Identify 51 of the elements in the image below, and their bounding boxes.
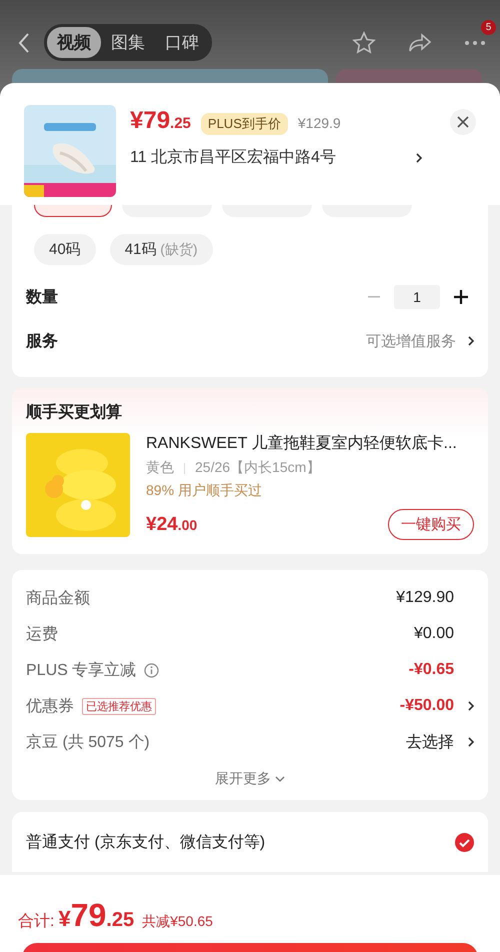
back-icon[interactable] bbox=[18, 32, 30, 54]
close-icon bbox=[457, 116, 469, 128]
service-option[interactable]: 可选增值服务 bbox=[366, 332, 456, 350]
fee-value: ¥0.00 bbox=[414, 625, 454, 643]
size-spec: 25/26【内长15cm】 bbox=[195, 459, 320, 477]
fee-value: -¥0.65 bbox=[408, 661, 454, 679]
section-title: 顺手买更划算 bbox=[26, 402, 123, 423]
tab[interactable]: 视频 bbox=[47, 27, 101, 58]
size-chip[interactable]: 41码 (缺货) bbox=[110, 234, 213, 265]
info-icon[interactable] bbox=[144, 662, 160, 678]
chevron-down-icon bbox=[275, 776, 285, 782]
fee-value: ¥129.90 bbox=[396, 589, 454, 607]
chevron-icon bbox=[468, 701, 474, 711]
purchase-note: 89% 用户顺手买过 bbox=[146, 482, 263, 500]
size-chip[interactable] bbox=[34, 205, 112, 217]
total-label: 合计: bbox=[18, 912, 54, 932]
service-label: 服务 bbox=[26, 332, 58, 352]
product-title[interactable]: RANKSWEET 儿童拖鞋夏室内轻便软底卡... bbox=[146, 433, 474, 454]
delivery-address[interactable]: 11 北京市昌平区宏福中路4号 bbox=[130, 147, 336, 168]
total-savings: 共减¥50.65 bbox=[142, 913, 213, 931]
size-chip[interactable]: 40码 bbox=[34, 234, 96, 265]
coupon-tag: 已选推荐优惠 bbox=[82, 698, 156, 714]
more-icon[interactable] bbox=[464, 40, 486, 46]
price: ¥24.00 bbox=[146, 514, 198, 536]
close-button[interactable] bbox=[450, 109, 476, 135]
fee-label: 京豆 (共 5075 个) bbox=[26, 732, 150, 752]
star-icon[interactable] bbox=[352, 30, 376, 54]
tab[interactable]: 口碑 bbox=[155, 27, 209, 58]
total-price: ¥79.25 bbox=[58, 897, 134, 934]
expand-more-button[interactable]: 展开更多 bbox=[209, 764, 291, 794]
fee-label: 商品金额 bbox=[26, 588, 90, 608]
payment-option[interactable]: 普通支付 (京东支付、微信支付等) bbox=[26, 832, 266, 852]
fee-label: PLUS 专享立减 bbox=[26, 660, 136, 680]
plus-price-tag: PLUS到手价 bbox=[200, 113, 288, 135]
buy-button[interactable]: 一键购买 bbox=[388, 509, 474, 540]
quantity-label: 数量 bbox=[26, 288, 58, 308]
fee-value[interactable]: -¥50.00 bbox=[400, 697, 454, 715]
notification-badge: 5 bbox=[481, 20, 496, 34]
color-spec: 黄色 bbox=[146, 459, 174, 477]
fee-value[interactable]: 去选择 bbox=[406, 732, 454, 752]
fee-label: 运费 bbox=[26, 624, 58, 644]
chevron-icon bbox=[416, 152, 422, 162]
chevron-icon bbox=[468, 336, 474, 346]
share-icon[interactable] bbox=[408, 32, 432, 54]
chevron-icon bbox=[468, 737, 474, 747]
fee-label: 优惠券 bbox=[26, 696, 74, 716]
check-icon[interactable] bbox=[455, 832, 474, 852]
price: ¥79.25 bbox=[130, 107, 191, 135]
tab[interactable]: 图集 bbox=[101, 27, 155, 58]
quantity-field[interactable]: 1 bbox=[394, 285, 440, 309]
original-price: ¥129.9 bbox=[298, 115, 341, 131]
